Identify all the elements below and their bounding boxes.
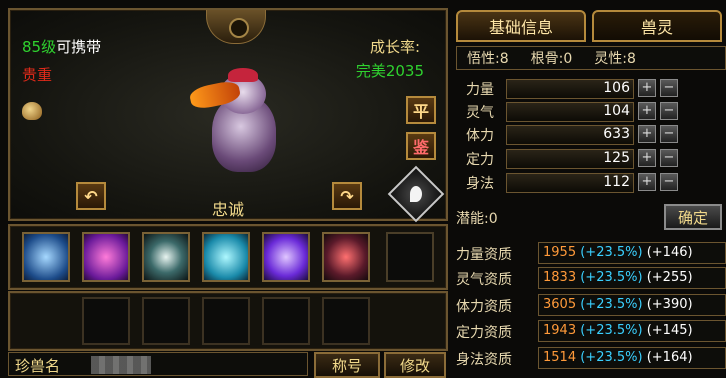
- aptitude-label: 身法资质: [456, 352, 512, 368]
- aptitude-bonus: (+255): [646, 270, 693, 285]
- pet-name-label: 珍兽名: [15, 357, 61, 375]
- skill-slot-empty[interactable]: [386, 232, 434, 282]
- skill-slot[interactable]: [22, 232, 70, 282]
- stat-row: 定力 125 + −: [456, 148, 726, 170]
- attr-spirit: 灵性:8: [594, 51, 636, 67]
- aptitude-percent: (+23.5%): [580, 323, 643, 338]
- carry-level-text: 可携带: [56, 38, 102, 56]
- skill-slot[interactable]: [322, 232, 370, 282]
- aptitude-label: 体力资质: [456, 299, 512, 315]
- aptitude-base: 3605: [543, 297, 577, 312]
- aptitude-row: 力量资质 1955 (+23.5%) (+146): [456, 242, 726, 264]
- plus-button[interactable]: +: [638, 102, 656, 120]
- aptitude-row: 体力资质 3605 (+23.5%) (+390): [456, 294, 726, 316]
- skill-slot[interactable]: [82, 232, 130, 282]
- aptitude-percent: (+23.5%): [580, 270, 643, 285]
- aptitude-row: 身法资质 1514 (+23.5%) (+164): [456, 347, 726, 369]
- ornament-top: [206, 10, 266, 44]
- aptitude-value: 3605 (+23.5%) (+390): [538, 294, 726, 316]
- stat-value: 633: [603, 126, 630, 142]
- stat-label: 身法: [466, 176, 494, 192]
- attr-bone: 根骨:0: [530, 51, 573, 67]
- stat-value: 106: [603, 80, 630, 96]
- aptitude-value: 1955 (+23.5%) (+146): [538, 242, 726, 264]
- pet-name-field[interactable]: [91, 356, 151, 374]
- equip-slot[interactable]: [142, 297, 190, 345]
- stat-label: 体力: [466, 128, 494, 144]
- equip-bar: [8, 291, 448, 351]
- confirm-button[interactable]: 确定: [664, 204, 722, 230]
- aptitude-base: 1833: [543, 270, 577, 285]
- rotate-left-button[interactable]: ↶: [76, 182, 106, 210]
- equip-slot[interactable]: [82, 297, 130, 345]
- aptitude-base: 1943: [543, 323, 577, 338]
- plus-button[interactable]: +: [638, 79, 656, 97]
- rank-button[interactable]: 平: [406, 96, 436, 124]
- aptitude-bonus: (+145): [646, 323, 693, 338]
- stat-row: 体力 633 + −: [456, 124, 726, 146]
- stat-row: 身法 112 + −: [456, 172, 726, 194]
- aptitude-bonus: (+164): [646, 350, 693, 365]
- aptitude-value: 1514 (+23.5%) (+164): [538, 347, 726, 369]
- skill-slot[interactable]: [142, 232, 190, 282]
- stat-value: 112: [603, 174, 630, 190]
- minus-button[interactable]: −: [660, 173, 678, 191]
- title-button[interactable]: 称号: [314, 352, 380, 378]
- plus-button[interactable]: +: [638, 125, 656, 143]
- attribute-summary: 悟性:8 根骨:0 灵性:8: [456, 46, 726, 70]
- skill-bar: [8, 224, 448, 290]
- pet-model: [188, 68, 302, 178]
- minus-button[interactable]: −: [660, 102, 678, 120]
- pet-name-row: 珍兽名: [8, 352, 308, 376]
- minus-button[interactable]: −: [660, 79, 678, 97]
- pet-hat: [228, 68, 258, 82]
- rotate-right-button[interactable]: ↷: [332, 182, 362, 210]
- stat-label: 定力: [466, 152, 494, 168]
- skill-slot[interactable]: [262, 232, 310, 282]
- minus-button[interactable]: −: [660, 125, 678, 143]
- appraise-button[interactable]: 鉴: [406, 132, 436, 160]
- aptitude-row: 灵气资质 1833 (+23.5%) (+255): [456, 267, 726, 289]
- plus-button[interactable]: +: [638, 173, 656, 191]
- pouch-icon[interactable]: [22, 102, 42, 120]
- stat-label: 力量: [466, 82, 494, 98]
- aptitude-base: 1955: [543, 245, 577, 260]
- skill-slot[interactable]: [202, 232, 250, 282]
- rarity-label: 贵重: [22, 66, 53, 84]
- aptitude-bonus: (+390): [646, 297, 693, 312]
- stat-value: 125: [603, 150, 630, 166]
- tab-basic-info[interactable]: 基础信息: [456, 10, 586, 42]
- aptitude-bonus: (+146): [646, 245, 693, 260]
- aptitude-percent: (+23.5%): [580, 245, 643, 260]
- aptitude-percent: (+23.5%): [580, 297, 643, 312]
- equip-slot[interactable]: [262, 297, 310, 345]
- modify-button[interactable]: 修改: [384, 352, 446, 378]
- aptitude-value: 1943 (+23.5%) (+145): [538, 320, 726, 342]
- attr-comprehension: 悟性:8: [467, 51, 509, 67]
- aptitude-label: 力量资质: [456, 247, 512, 263]
- aptitude-row: 定力资质 1943 (+23.5%) (+145): [456, 320, 726, 342]
- plus-button[interactable]: +: [638, 149, 656, 167]
- aptitude-base: 1514: [543, 350, 577, 365]
- minus-button[interactable]: −: [660, 149, 678, 167]
- aptitude-label: 定力资质: [456, 325, 512, 341]
- stat-value: 104: [603, 103, 630, 119]
- growth-label: 成长率:: [369, 38, 420, 56]
- growth-value: 完美2035: [355, 62, 424, 80]
- aptitude-value: 1833 (+23.5%) (+255): [538, 267, 726, 289]
- stat-row: 灵气 104 + −: [456, 101, 726, 123]
- equip-slot[interactable]: [202, 297, 250, 345]
- carry-level: 85级可携带: [22, 36, 101, 57]
- equip-slot[interactable]: [322, 297, 370, 345]
- pet-view-panel: 85级可携带 贵重 成长率: 完美2035 忠诚 平 鉴 ↶ ↷: [8, 8, 448, 223]
- carry-level-number: 85级: [22, 38, 57, 56]
- stat-row: 力量 106 + −: [456, 78, 726, 100]
- aptitude-label: 灵气资质: [456, 272, 512, 288]
- aptitude-percent: (+23.5%): [580, 350, 643, 365]
- tab-pet-soul[interactable]: 兽灵: [592, 10, 722, 42]
- stat-label: 灵气: [466, 105, 494, 121]
- potential-points: 潜能:0: [456, 211, 498, 227]
